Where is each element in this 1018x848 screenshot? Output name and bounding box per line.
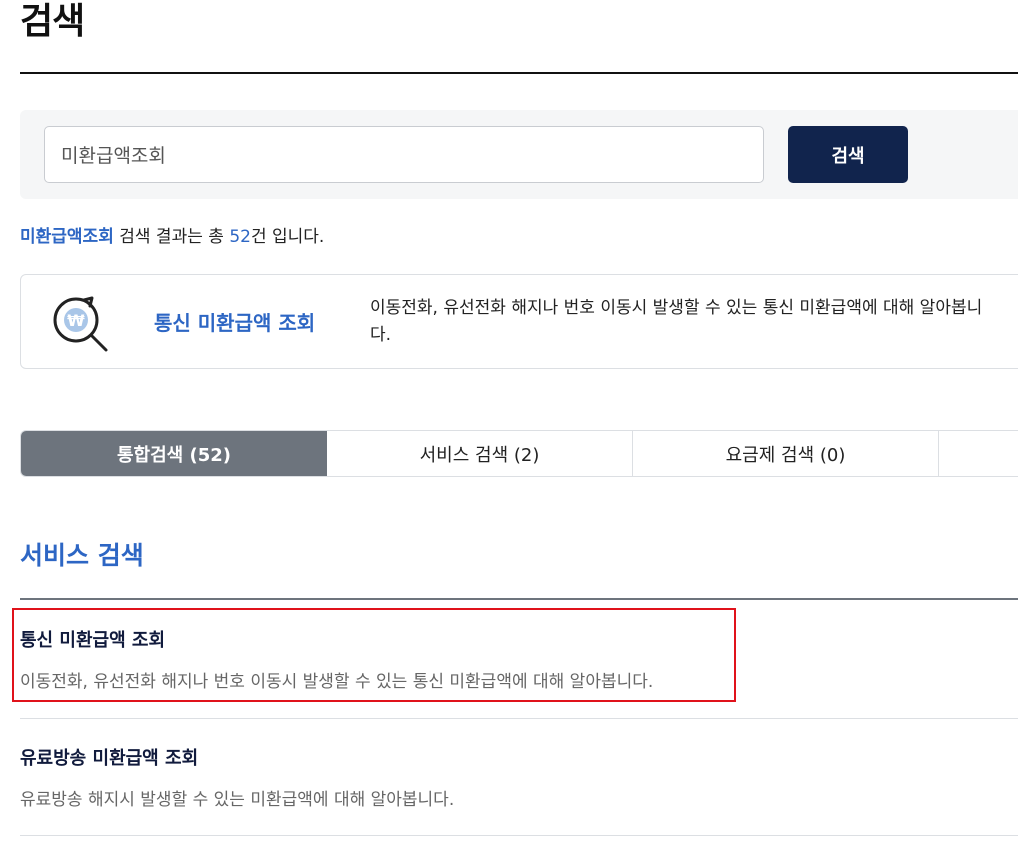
tab-service-search[interactable]: 서비스 검색 (2) xyxy=(327,431,633,476)
tab-integrated-search[interactable]: 통합검색 (52) xyxy=(21,431,327,476)
tab-plan-search[interactable]: 요금제 검색 (0) xyxy=(633,431,939,476)
summary-count: 52 xyxy=(229,227,251,247)
result-divider xyxy=(20,835,1018,836)
search-button[interactable]: 검색 xyxy=(788,126,908,183)
summary-keyword: 미환급액조회 xyxy=(20,227,114,247)
summary-text-after: 건 입니다. xyxy=(250,227,325,247)
result-item-description: 이동전화, 유선전화 해지나 번호 이동시 발생할 수 있는 통신 미환급액에 … xyxy=(20,672,654,692)
section-title: 서비스 검색 xyxy=(20,541,144,570)
result-item[interactable]: 통신 미환급액 조회 이동전화, 유선전화 해지나 번호 이동시 발생할 수 있… xyxy=(20,627,1018,695)
search-input[interactable] xyxy=(44,126,764,183)
result-item-description: 유료방송 해지시 발생할 수 있는 미환급액에 대해 알아봅니다. xyxy=(20,790,455,810)
result-item-title[interactable]: 통신 미환급액 조회 xyxy=(20,627,1018,655)
section-divider xyxy=(20,598,1018,600)
title-divider xyxy=(20,72,1018,74)
result-item[interactable]: 유료방송 미환급액 조회 유료방송 해지시 발생할 수 있는 미환급액에 대해 … xyxy=(20,745,1018,813)
tab-overflow[interactable] xyxy=(939,431,1018,476)
search-tabs: 통합검색 (52) 서비스 검색 (2) 요금제 검색 (0) xyxy=(20,430,1018,477)
page-title: 검색 xyxy=(20,1,85,42)
won-magnifier-icon: ₩ xyxy=(53,296,108,352)
summary-text-before: 검색 결과는 총 xyxy=(113,227,230,247)
result-summary: 미환급액조회 검색 결과는 총 52건 입니다. xyxy=(20,224,324,250)
svg-text:₩: ₩ xyxy=(67,311,85,330)
result-divider xyxy=(20,718,1018,719)
featured-description: 이동전화, 유선전화 해지나 번호 이동시 발생할 수 있는 통신 미환급액에 … xyxy=(370,298,983,345)
result-item-title[interactable]: 유료방송 미환급액 조회 xyxy=(20,745,1018,773)
featured-title[interactable]: 통신 미환급액 조회 xyxy=(154,308,315,338)
